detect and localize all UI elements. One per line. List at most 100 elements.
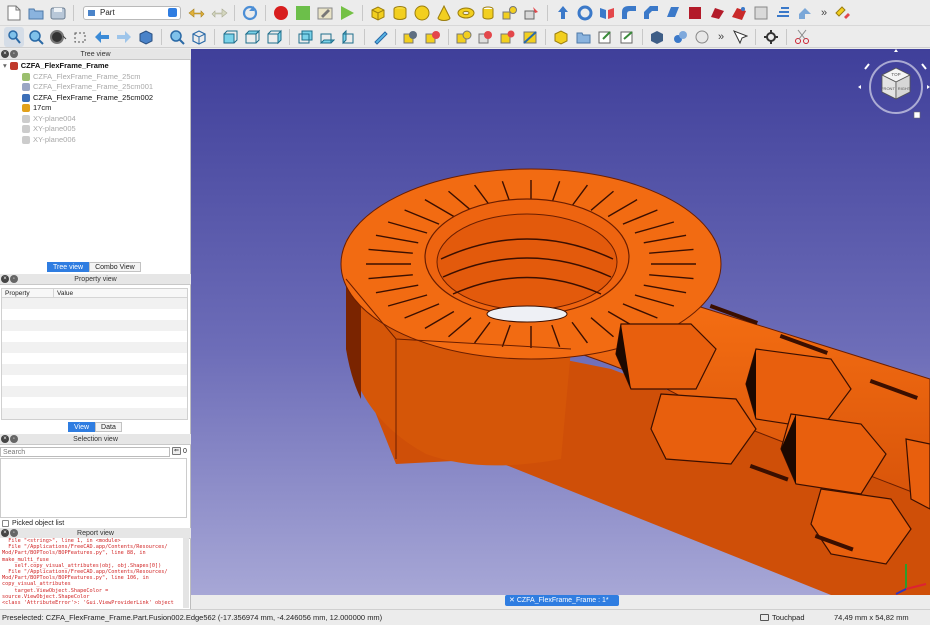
ruled-surface-icon[interactable]: [685, 3, 705, 23]
workbench-selector[interactable]: Part: [83, 5, 181, 20]
tab-view[interactable]: View: [68, 422, 96, 432]
tree-item[interactable]: ▾ CZFA_FlexFrame_Frame: [3, 61, 109, 71]
shape-builder-icon[interactable]: [522, 3, 542, 23]
float-icon[interactable]: ◦: [10, 275, 18, 283]
navigation-style-button[interactable]: Touchpad: [760, 610, 805, 625]
select-icon[interactable]: [4, 26, 24, 47]
section-icon[interactable]: [751, 3, 771, 23]
tree-item[interactable]: XY-plane005: [22, 124, 76, 134]
top-view-icon[interactable]: [242, 27, 262, 47]
make-face-icon[interactable]: [663, 3, 683, 23]
defeaturing-icon[interactable]: [595, 27, 615, 47]
join-icon[interactable]: [498, 27, 518, 47]
edit-macro-icon[interactable]: [315, 3, 335, 23]
left-view-icon[interactable]: [339, 27, 359, 47]
color-per-face-icon[interactable]: [648, 27, 668, 47]
tab-combo-view[interactable]: Combo View: [89, 262, 141, 272]
report-scrollbar[interactable]: [183, 538, 189, 608]
more-view-tools-icon[interactable]: »: [714, 31, 728, 43]
common-icon[interactable]: [476, 27, 496, 47]
scissor-icon[interactable]: [792, 27, 812, 47]
close-icon[interactable]: ✕: [509, 597, 515, 604]
close-icon[interactable]: ×: [1, 435, 9, 443]
3d-viewport[interactable]: TOP FRONT RIGHT: [191, 49, 930, 595]
model-render[interactable]: [191, 49, 930, 595]
split-icon[interactable]: [520, 27, 540, 47]
selection-search-input[interactable]: Search: [0, 447, 170, 457]
compound-icon[interactable]: [551, 27, 571, 47]
stop-macro-icon[interactable]: [293, 3, 313, 23]
save-icon[interactable]: [48, 3, 68, 23]
picked-checkbox[interactable]: [2, 520, 9, 527]
offset-icon[interactable]: [795, 3, 815, 23]
box-icon[interactable]: [368, 3, 388, 23]
float-icon[interactable]: ◦: [10, 435, 18, 443]
tree-view-title: Tree view: [80, 51, 111, 58]
workbench-nav-icon[interactable]: [136, 27, 156, 47]
open-folder-icon[interactable]: [26, 3, 46, 23]
isometric-icon[interactable]: [189, 27, 209, 47]
tree-item[interactable]: CZFA_FlexFrame_Frame_25cm: [22, 72, 141, 82]
run-macro-icon[interactable]: [337, 3, 357, 23]
extrude-icon[interactable]: [553, 3, 573, 23]
std-tools-icon[interactable]: [761, 27, 781, 47]
tree-item[interactable]: XY-plane004: [22, 114, 76, 124]
measure-icon[interactable]: [370, 27, 390, 47]
rear-view-icon[interactable]: [295, 27, 315, 47]
sphere-view-icon[interactable]: [692, 27, 712, 47]
tube-icon[interactable]: [478, 3, 498, 23]
draw-style-icon[interactable]: [48, 27, 68, 47]
revolve-icon[interactable]: [575, 3, 595, 23]
document-tab[interactable]: ✕ CZFA_FlexFrame_Frame : 1*: [505, 595, 619, 606]
tree-item[interactable]: CZFA_FlexFrame_Frame_25cm001: [22, 82, 153, 92]
navigation-cube[interactable]: TOP FRONT RIGHT: [858, 49, 930, 125]
undo-icon[interactable]: [187, 3, 207, 23]
more-tools-icon[interactable]: »: [817, 7, 831, 19]
loft-icon[interactable]: [707, 3, 727, 23]
chamfer-icon[interactable]: [641, 3, 661, 23]
sweep-icon[interactable]: [729, 3, 749, 23]
forward-icon[interactable]: [114, 27, 134, 47]
cylinder-icon[interactable]: [390, 3, 410, 23]
right-view-icon[interactable]: [264, 27, 284, 47]
torus-icon[interactable]: [456, 3, 476, 23]
fuse-icon[interactable]: [454, 27, 474, 47]
mirror-icon[interactable]: [597, 3, 617, 23]
tree-item[interactable]: XY-plane006: [22, 135, 76, 145]
fillet-icon[interactable]: [619, 3, 639, 23]
cross-sections-icon[interactable]: [773, 3, 793, 23]
boolean-icon[interactable]: [401, 27, 421, 47]
whats-this-icon[interactable]: [730, 27, 750, 47]
close-icon[interactable]: ×: [1, 529, 9, 537]
refresh-icon[interactable]: [240, 3, 260, 23]
primitives-icon[interactable]: [500, 3, 520, 23]
float-icon[interactable]: ◦: [10, 50, 18, 58]
tab-tree-view[interactable]: Tree view: [47, 262, 90, 272]
projection-icon[interactable]: [670, 27, 690, 47]
check-geometry-icon[interactable]: [573, 27, 593, 47]
thickness-icon[interactable]: [833, 3, 853, 23]
select-all-icon[interactable]: ⇐: [172, 447, 181, 455]
bottom-view-icon[interactable]: [317, 27, 337, 47]
report-output[interactable]: File "<string>", line 1, in <module> Fil…: [0, 538, 186, 608]
zoom-fit-icon[interactable]: [26, 27, 46, 47]
redo-icon[interactable]: [209, 3, 229, 23]
tree-item[interactable]: CZFA_FlexFrame_Frame_25cm002: [22, 93, 153, 103]
tree-item[interactable]: 17cm: [22, 103, 51, 113]
cut-icon[interactable]: [423, 27, 443, 47]
attachment-icon[interactable]: [617, 27, 637, 47]
cone-icon[interactable]: [434, 3, 454, 23]
std-views-icon[interactable]: [167, 27, 187, 47]
tab-data[interactable]: Data: [95, 422, 122, 432]
selection-list[interactable]: [0, 458, 187, 518]
record-macro-icon[interactable]: [271, 3, 291, 23]
close-icon[interactable]: ×: [1, 50, 9, 58]
new-file-icon[interactable]: [4, 3, 24, 23]
front-view-icon[interactable]: [220, 27, 240, 47]
float-icon[interactable]: ◦: [10, 529, 18, 537]
sphere-icon[interactable]: [412, 3, 432, 23]
back-icon[interactable]: [92, 27, 112, 47]
close-icon[interactable]: ×: [1, 275, 9, 283]
chevron-down-icon[interactable]: ▾: [3, 61, 7, 71]
bounding-box-icon[interactable]: [70, 27, 90, 47]
